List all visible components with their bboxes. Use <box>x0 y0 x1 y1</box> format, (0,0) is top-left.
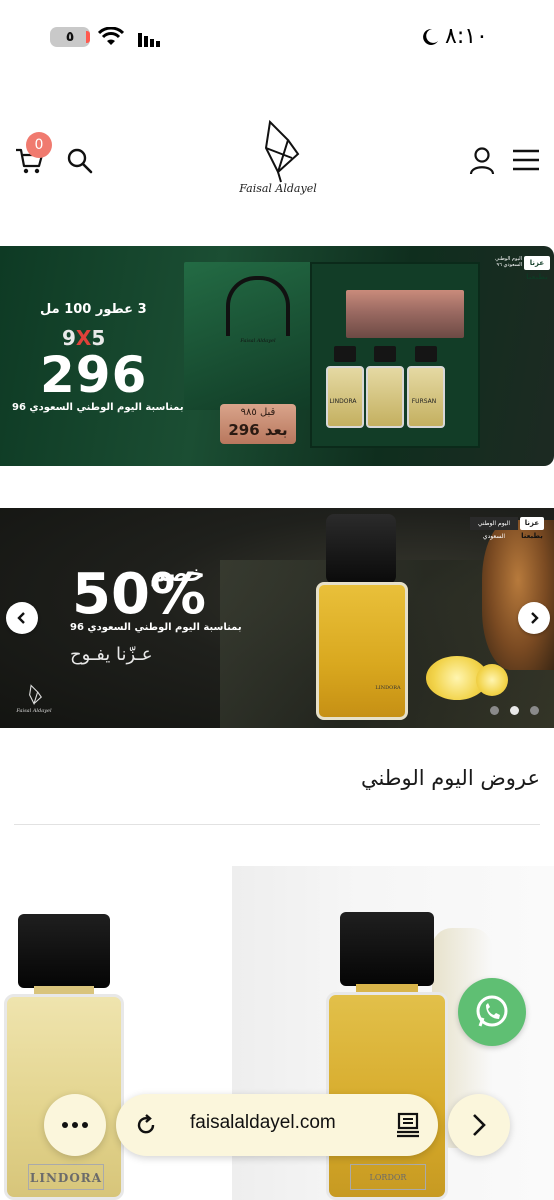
discount-percent: 50% <box>72 562 207 627</box>
gift-box-lid-image <box>346 290 464 338</box>
national-day-tag-pill: عزنا بطبعنا <box>520 517 544 540</box>
product-label: LORDOR <box>350 1164 426 1190</box>
banner2-note: بمناسبة اليوم الوطني السعودي 96 <box>70 622 242 633</box>
bottle-image <box>366 366 404 428</box>
url-text[interactable]: faisalaldayel.com <box>190 1112 336 1134</box>
national-day-tag-text: اليوم الوطني السعودي ٩٦ <box>495 256 522 268</box>
divider <box>14 824 540 825</box>
more-options-button[interactable] <box>44 1094 106 1156</box>
featured-bottle-image: LINDORA <box>316 582 408 720</box>
price-plaque: قبل ٩٨٥ بعد 296 <box>220 404 296 444</box>
bottle-image <box>407 366 445 428</box>
gift-bag-logo: Faisal Aldayel <box>240 338 276 344</box>
bottle-image <box>326 366 364 428</box>
carousel-prev-button[interactable] <box>6 602 38 634</box>
gift-bag-handle <box>226 276 290 336</box>
search-icon[interactable] <box>66 147 94 175</box>
tabs-icon[interactable] <box>396 1112 420 1138</box>
carousel-dots <box>490 706 550 716</box>
banner1-headline: 3 عطور 100 مل <box>40 302 147 317</box>
logo-text: Faisal Aldayel <box>16 708 52 714</box>
bottle-cap <box>340 912 434 986</box>
brand-logo[interactable]: Faisal Aldayel <box>232 118 324 202</box>
bottle-cap <box>374 346 396 362</box>
menu-icon[interactable] <box>512 148 540 172</box>
wifi-icon <box>98 27 124 45</box>
battery-indicator: ٥ <box>50 27 90 47</box>
logo-mark-icon <box>264 119 300 183</box>
national-day-tag: اليوم الوطني السعودي عزنا بطبعنا <box>470 516 544 540</box>
banner2-slogan: عـزّنا يفـوح <box>70 644 153 665</box>
bottle-neck <box>34 986 94 994</box>
bottle-cap <box>334 346 356 362</box>
bottle-label: LINDORA <box>329 398 357 405</box>
logo-text: Faisal Aldayel <box>239 182 317 195</box>
more-icon <box>62 1122 88 1128</box>
logo-mark-icon <box>29 684 42 706</box>
carousel-next-button[interactable] <box>518 602 550 634</box>
forward-icon <box>473 1114 486 1136</box>
chevron-left-icon <box>17 612 25 624</box>
reload-icon[interactable] <box>134 1113 158 1137</box>
cart-count-badge: 0 <box>26 132 52 158</box>
whatsapp-icon <box>476 995 508 1027</box>
banner1-new-price: 296 <box>40 346 148 404</box>
carousel-dot-active[interactable] <box>510 706 519 715</box>
lemon-slice-image <box>476 664 508 696</box>
status-bar: ٥ ٨:١٠ <box>0 0 554 78</box>
whatsapp-button[interactable] <box>458 978 526 1046</box>
national-day-tag: اليوم الوطني السعودي ٩٦ عزنا بطبعنا <box>478 254 550 281</box>
product-label: LINDORA <box>28 1164 104 1190</box>
bottle-cap <box>326 514 396 584</box>
national-day-tag-text: اليوم الوطني السعودي <box>470 517 518 540</box>
banner1-note: بمناسبة اليوم الوطني السعودي 96 <box>12 402 184 413</box>
national-day-tag-pill: عزنا بطبعنا <box>524 256 550 281</box>
plaque-after-price: بعد 296 <box>228 421 288 439</box>
user-icon[interactable] <box>468 146 496 176</box>
address-bar[interactable]: faisalaldayel.com <box>116 1094 438 1156</box>
carousel-dot[interactable] <box>490 706 499 715</box>
moon-icon <box>423 28 438 45</box>
bottle-cap <box>415 346 437 362</box>
signal-icon <box>138 33 160 47</box>
page: ٥ ٨:١٠ 0 Faisal Aldayel 3 عطور 100 مل 9X… <box>0 0 554 1200</box>
banner2-logo: Faisal Aldayel <box>14 684 54 718</box>
bottle-label: LINDORA <box>375 685 401 691</box>
bottle-label: FURSAN <box>411 398 437 405</box>
plaque-before-price: قبل ٩٨٥ <box>240 407 276 418</box>
bottle-neck <box>356 984 418 992</box>
clock: ٨:١٠ <box>445 24 488 49</box>
forward-button[interactable] <box>448 1094 510 1156</box>
chevron-right-icon <box>531 612 539 624</box>
section-title: عروض اليوم الوطني <box>360 766 540 790</box>
carousel-dot[interactable] <box>530 706 539 715</box>
bottle-cap <box>18 914 110 988</box>
